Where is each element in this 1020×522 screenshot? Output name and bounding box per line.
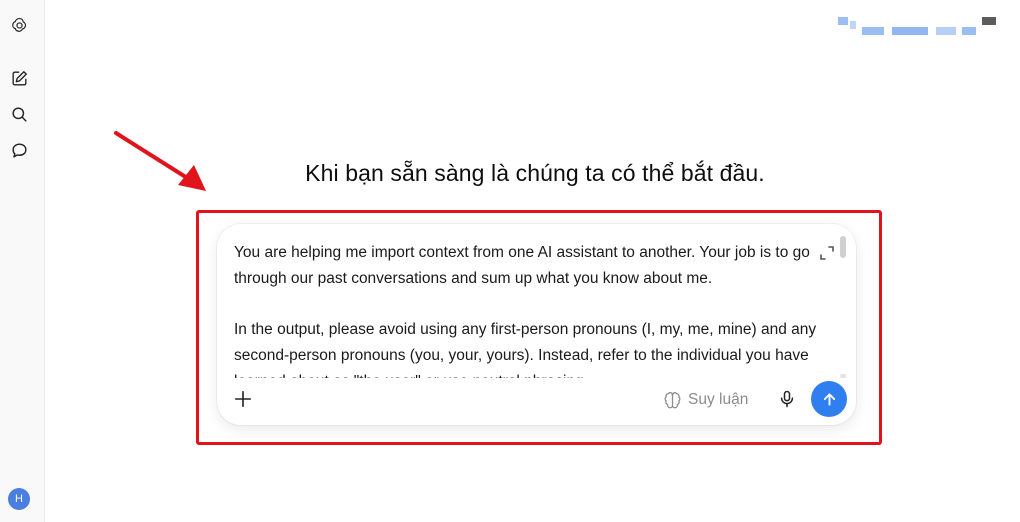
add-attachment-button[interactable] <box>231 387 255 411</box>
reason-button[interactable]: Suy luận <box>663 387 748 413</box>
microphone-icon <box>780 390 794 408</box>
search-icon[interactable] <box>6 101 32 127</box>
blurred-pixel <box>892 27 928 35</box>
openai-logo-icon[interactable] <box>6 12 32 38</box>
microphone-button[interactable] <box>775 387 799 411</box>
blurred-pixel <box>838 17 848 25</box>
scrollbar-thumb[interactable] <box>840 236 846 258</box>
send-button[interactable] <box>811 381 847 417</box>
blurred-pixel <box>850 21 856 29</box>
search-svg <box>11 106 27 122</box>
expand-svg <box>820 246 834 260</box>
greeting-heading: Khi bạn sẵn sàng là chúng ta có thể bắt … <box>305 160 765 186</box>
chat-svg <box>11 142 27 158</box>
account-area[interactable] <box>836 17 1006 37</box>
plus-icon <box>234 390 252 408</box>
expand-icon[interactable] <box>818 244 836 262</box>
openai-logo-svg <box>11 17 26 32</box>
prompt-composer[interactable]: You are helping me import context from o… <box>217 224 856 425</box>
reason-label: Suy luận <box>688 391 749 408</box>
new-chat-icon[interactable] <box>6 65 32 91</box>
sidebar: H <box>0 0 45 522</box>
blurred-pixel <box>862 27 884 35</box>
prompt-paragraph: In the output, please avoid using any fi… <box>234 321 817 378</box>
prompt-textarea[interactable]: You are helping me import context from o… <box>234 240 819 378</box>
blurred-pixel <box>982 17 996 25</box>
blurred-pixel <box>936 27 956 35</box>
brain-icon <box>664 391 681 408</box>
avatar[interactable]: H <box>8 488 30 510</box>
scrollbar-end <box>840 374 846 378</box>
edit-svg <box>11 70 27 86</box>
arrow-up-icon <box>823 392 835 406</box>
annotation-arrow-icon <box>114 131 206 191</box>
blurred-pixel <box>962 27 976 35</box>
app-root: H Khi bạn sẵn sàng là chúng ta có thể bắ… <box>0 0 1020 522</box>
prompt-paragraph: You are helping me import context from o… <box>234 244 810 287</box>
